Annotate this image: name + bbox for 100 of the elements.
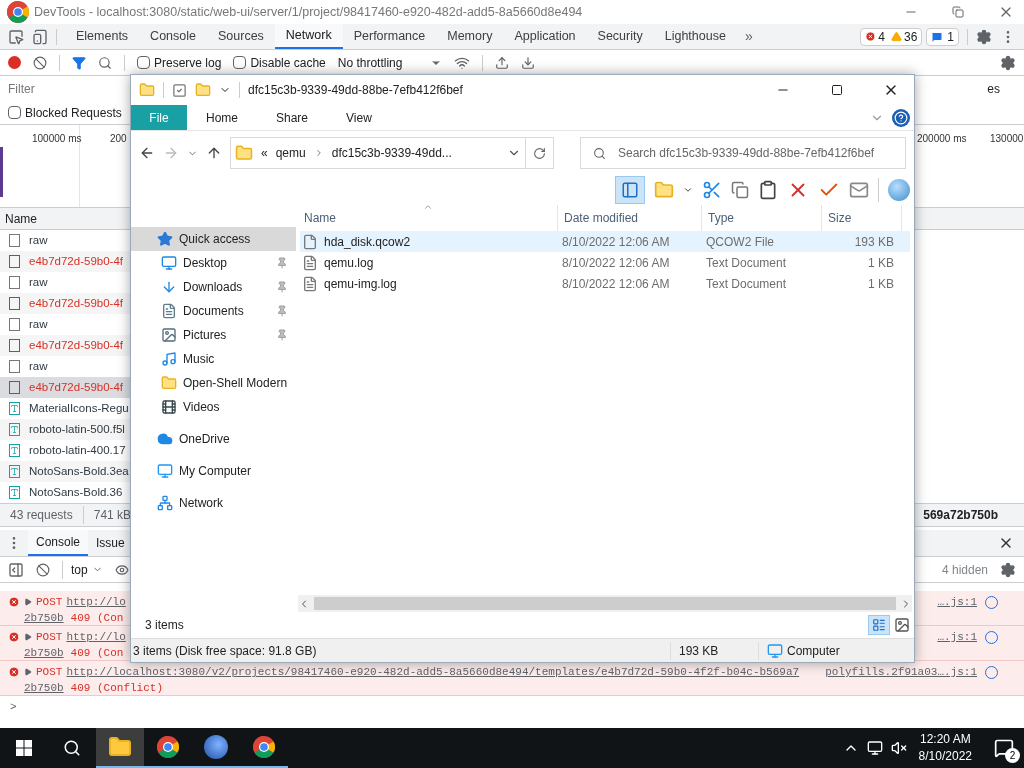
inspect-icon[interactable] [8, 28, 24, 45]
more-tabs[interactable]: » [736, 26, 761, 47]
upload-icon[interactable] [495, 55, 510, 70]
source-link[interactable]: polyfills.2f91a03….js:1 [825, 664, 977, 680]
throttling-dropdown[interactable]: No throttling [337, 53, 443, 72]
request-row[interactable]: raw [0, 230, 130, 251]
request-row[interactable]: raw [0, 314, 130, 335]
request-row[interactable]: e4b7d72d-59b0-4f [0, 251, 130, 272]
breadcrumb-item[interactable]: « [261, 144, 268, 162]
blocked-requests-checkbox[interactable] [8, 106, 21, 119]
preview-pane-button[interactable] [615, 176, 645, 204]
request-url[interactable]: 2b750b [24, 647, 64, 659]
file-row[interactable]: qemu.log 8/10/2022 12:06 AM Text Document 1 KB [300, 252, 910, 273]
cut-icon[interactable] [702, 180, 722, 200]
request-url[interactable]: http://lo [66, 594, 126, 610]
nav-item[interactable]: Network [131, 491, 296, 515]
filter-icon[interactable] [72, 55, 86, 70]
source-link[interactable]: ….js:1 [937, 629, 977, 645]
file-row[interactable]: qemu-img.log 8/10/2022 12:06 AM Text Document 1 KB [300, 273, 910, 294]
column-header[interactable]: Name [5, 209, 37, 228]
device-toolbar-icon[interactable] [32, 28, 48, 45]
console-prompt[interactable]: > [0, 696, 1024, 718]
details-view-button[interactable] [868, 615, 890, 635]
devtools-tab[interactable]: Lighthouse [653, 24, 737, 49]
devtools-tab[interactable]: Network [274, 24, 343, 49]
request-row[interactable]: e4b7d72d-59b0-4f [0, 335, 130, 356]
search-icon[interactable] [63, 739, 81, 757]
ribbon-tab[interactable]: Share [262, 105, 323, 130]
source-link[interactable]: ….js:1 [937, 594, 977, 610]
request-url[interactable]: 2b750b [24, 612, 64, 624]
file-row[interactable]: hda_disk.qcow2 8/10/2022 12:06 AM QCOW2 File 193 KB [300, 231, 910, 252]
taskbar-app[interactable] [96, 728, 144, 768]
copy-icon[interactable] [731, 181, 749, 199]
devtools-tab[interactable]: Security [586, 24, 654, 49]
nav-item[interactable]: Documents [131, 299, 296, 323]
nav-item[interactable]: My Computer [131, 459, 296, 483]
refresh-button[interactable] [526, 137, 554, 169]
context-selector[interactable]: top [62, 560, 103, 579]
expand-triangle-icon[interactable] [24, 668, 32, 676]
devtools-tab[interactable]: Memory [436, 24, 504, 49]
nav-item[interactable]: Downloads [131, 275, 296, 299]
clock-time[interactable]: 12:20 AM [919, 731, 971, 748]
help-button[interactable] [892, 108, 910, 127]
nav-item[interactable]: Open-Shell Modern [131, 371, 296, 395]
request-row[interactable]: MaterialIcons-Regu [0, 398, 130, 419]
devtools-tab[interactable]: Performance [342, 24, 437, 49]
nav-item[interactable]: Videos [131, 395, 296, 419]
request-row[interactable]: raw [0, 272, 130, 293]
search-field[interactable]: Search dfc15c3b-9339-49dd-88be-7efb412f6bef [580, 137, 906, 169]
restore-icon[interactable] [952, 6, 964, 18]
dropdown-icon[interactable] [683, 185, 693, 195]
eye-icon[interactable] [114, 562, 129, 577]
nav-item[interactable]: Quick access [131, 227, 296, 251]
large-icons-view-icon[interactable] [894, 617, 910, 633]
request-row[interactable]: NotoSans-Bold.36 [0, 482, 130, 503]
clear-console-icon[interactable] [36, 562, 50, 577]
properties-icon[interactable] [172, 82, 187, 98]
devtools-tab[interactable]: Sources [207, 24, 275, 49]
breadcrumb-item[interactable]: qemu [275, 144, 306, 162]
ribbon-tab[interactable]: View [332, 105, 386, 130]
back-icon[interactable] [139, 145, 155, 161]
clock-date[interactable]: 8/10/2022 [918, 748, 972, 765]
request-row[interactable]: raw [0, 356, 130, 377]
disable-cache-checkbox[interactable] [233, 56, 247, 69]
muted-speaker-icon[interactable] [890, 740, 907, 756]
devtools-tab[interactable]: Application [503, 24, 587, 49]
request-row[interactable]: e4b7d72d-59b0-4f [0, 377, 130, 398]
nav-item[interactable]: OneDrive [131, 427, 296, 451]
network-status-icon[interactable] [866, 740, 883, 756]
expand-triangle-icon[interactable] [24, 633, 32, 641]
notification-button[interactable]: 2 [984, 728, 1024, 768]
request-url[interactable]: 2b750b [24, 682, 64, 694]
address-bar[interactable]: « qemu dfc15c3b-9339-49dd... [230, 137, 526, 169]
download-icon[interactable] [521, 55, 536, 70]
nav-item[interactable]: Pictures [131, 323, 296, 347]
paste-icon[interactable] [758, 180, 778, 200]
request-row[interactable]: NotoSans-Bold.3ea [0, 461, 130, 482]
sidebar-toggle-icon[interactable] [8, 561, 24, 578]
request-row[interactable]: roboto-latin-500.f5l [0, 419, 130, 440]
devtools-tab[interactable]: Elements [65, 24, 140, 49]
settings-icon[interactable] [976, 28, 992, 45]
shell-icon[interactable] [888, 179, 910, 201]
settings-icon[interactable] [1000, 561, 1016, 578]
filter-placeholder[interactable]: Filter [8, 79, 35, 98]
request-url[interactable]: http://localhost:3080/v2/projects/98417460-e920-482d-add5-8a5660d8e494/templates/e4b7d72d-59b0-4f2f-b04c-b569a7 [66, 664, 800, 680]
message-counter[interactable]: 1 [926, 27, 959, 46]
expand-triangle-icon[interactable] [24, 598, 32, 606]
breadcrumb-item[interactable]: dfc15c3b-9339-49dd... [331, 144, 452, 162]
devtools-tab[interactable]: Console [139, 24, 207, 49]
issue-counter[interactable]: 4 36 [860, 27, 923, 46]
request-row[interactable]: e4b7d72d-59b0-4f [0, 293, 130, 314]
request-row[interactable]: roboto-latin-400.17 [0, 440, 130, 461]
ribbon-tab[interactable]: Home [192, 105, 252, 130]
settings-icon[interactable] [1000, 54, 1016, 71]
nav-item[interactable]: Desktop [131, 251, 296, 275]
preserve-log-checkbox[interactable] [137, 56, 150, 69]
filter-option[interactable]: es [987, 79, 1000, 98]
request-url[interactable]: http://lo [66, 629, 126, 645]
envelope-icon[interactable] [849, 180, 869, 200]
clear-icon[interactable] [33, 55, 47, 70]
